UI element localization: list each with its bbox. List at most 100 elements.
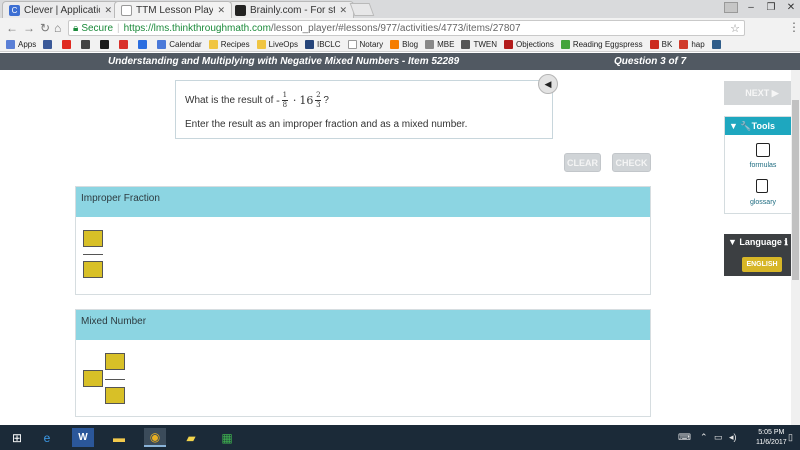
bookmark-star-icon[interactable]: ☆: [730, 22, 740, 35]
separator: |: [117, 22, 120, 34]
speaker-icon[interactable]: ◀: [538, 74, 558, 94]
bookmark-label: Notary: [359, 40, 384, 49]
improper-fraction-panel: Improper Fraction: [75, 186, 651, 295]
internet-explorer-icon[interactable]: e: [36, 428, 58, 447]
scrollbar[interactable]: [791, 70, 800, 425]
formulas-label[interactable]: formulas: [725, 162, 800, 169]
bookmark-item[interactable]: Objections: [504, 40, 554, 49]
tab-title: TTM Lesson Player: [136, 4, 214, 16]
whole-number-input[interactable]: [83, 370, 103, 387]
maximize-icon[interactable]: ❐: [760, 0, 782, 17]
bookmark-icon: [649, 40, 659, 49]
next-button[interactable]: NEXT ▶: [724, 81, 800, 105]
close-icon[interactable]: ✕: [217, 5, 225, 16]
close-icon[interactable]: ✕: [339, 5, 347, 16]
question-box: What is the result of - 1 8 · 16 2 3 ? E…: [175, 80, 553, 139]
bookmark-item[interactable]: Notary: [347, 40, 384, 49]
word-icon[interactable]: W: [72, 428, 94, 447]
bookmark-item[interactable]: [43, 40, 55, 49]
bookmark-icon: [304, 40, 314, 49]
numerator-input[interactable]: [83, 230, 103, 247]
numerator-input[interactable]: [105, 353, 125, 370]
language-header[interactable]: ▼ Language ℹ: [728, 237, 788, 248]
bookmark-label: Recipes: [220, 40, 250, 49]
bookmark-item[interactable]: Apps: [6, 40, 36, 49]
network-icon[interactable]: ▭: [714, 432, 723, 443]
tab-title: Brainly.com - For studen: [250, 4, 335, 16]
scroll-thumb[interactable]: [792, 100, 799, 280]
bookmark-item[interactable]: Blog: [390, 40, 418, 49]
home-icon[interactable]: ⌂: [54, 21, 61, 35]
file-explorer-icon[interactable]: ▬: [108, 428, 130, 447]
tab-ttm[interactable]: TTM Lesson Player ✕: [114, 1, 232, 18]
fraction-bar: [105, 379, 125, 380]
tab-clever[interactable]: C Clever | Applications ✕: [2, 1, 119, 18]
lock-icon: 🔒︎: [73, 22, 79, 34]
bookmark-item[interactable]: [138, 40, 150, 49]
numerator: 1: [282, 91, 288, 99]
formulas-icon[interactable]: [756, 143, 770, 157]
bookmark-item[interactable]: [100, 40, 112, 49]
sticky-notes-icon[interactable]: ▰: [180, 428, 202, 447]
bookmark-icon: [256, 40, 266, 49]
fraction-bar: [83, 254, 103, 255]
address-bar[interactable]: 🔒︎ Secure | https://lms.thinkthroughmath…: [68, 20, 745, 36]
question-mark: ?: [323, 95, 329, 106]
bookmark-item[interactable]: LiveOps: [256, 40, 298, 49]
bookmark-item[interactable]: BK: [649, 40, 672, 49]
bookmark-item[interactable]: MBE: [425, 40, 454, 49]
bookmark-item[interactable]: Recipes: [208, 40, 250, 49]
window-close-icon[interactable]: ✕: [780, 0, 800, 17]
bookmark-item[interactable]: TWEN: [461, 40, 497, 49]
bookmark-item[interactable]: [62, 40, 74, 49]
windows-start-icon[interactable]: ⊞: [6, 428, 28, 447]
bookmark-item[interactable]: IBCLC: [304, 40, 341, 49]
bookmark-label: Objections: [516, 40, 554, 49]
calculator-icon[interactable]: ▦: [216, 428, 238, 447]
glossary-icon[interactable]: [756, 179, 768, 193]
bookmark-item[interactable]: [119, 40, 131, 49]
reload-icon[interactable]: ↻: [40, 21, 50, 35]
question-instruction: Enter the result as an improper fraction…: [185, 119, 468, 130]
question-prompt: What is the result of - 1 8 · 16 2 3 ?: [185, 92, 329, 109]
bookmark-item[interactable]: [81, 40, 93, 49]
tab-brainly[interactable]: Brainly.com - For studen ✕: [228, 1, 354, 18]
close-icon[interactable]: ✕: [104, 5, 112, 16]
glossary-label[interactable]: glossary: [725, 199, 800, 206]
profile-icon[interactable]: [724, 2, 738, 13]
chrome-icon[interactable]: ◉: [144, 428, 166, 447]
clock[interactable]: 5:05 PM 11/6/2017: [756, 428, 787, 448]
panel-title: Mixed Number: [76, 310, 650, 340]
bookmark-icon: [157, 40, 167, 49]
bookmark-icon: [560, 40, 570, 49]
bookmark-icon: [461, 40, 471, 49]
forward-icon[interactable]: →: [23, 21, 35, 35]
denominator: 3: [316, 101, 321, 109]
bookmark-icon: [347, 40, 357, 49]
denominator: 8: [282, 101, 288, 109]
bookmark-item[interactable]: Reading Eggspress: [560, 40, 643, 49]
bookmark-icon: [43, 40, 53, 49]
minimize-icon[interactable]: –: [740, 0, 762, 17]
keyboard-icon[interactable]: ⌨: [678, 432, 691, 443]
english-button[interactable]: ENGLISH: [742, 257, 782, 272]
menu-icon[interactable]: ⋮: [788, 20, 800, 34]
denominator-input[interactable]: [105, 387, 125, 404]
time: 5:05 PM: [758, 429, 785, 436]
clear-button[interactable]: CLEAR: [564, 153, 601, 172]
notifications-icon[interactable]: ▯: [788, 432, 793, 443]
denominator-input[interactable]: [83, 261, 103, 278]
check-button[interactable]: CHECK: [612, 153, 651, 172]
tab-strip: C Clever | Applications ✕ TTM Lesson Pla…: [0, 0, 800, 18]
new-tab-button[interactable]: [349, 3, 375, 16]
volume-icon[interactable]: ◂): [729, 432, 737, 443]
tools-header[interactable]: ▼ 🔧Tools: [725, 117, 800, 135]
bookmark-label: IBCLC: [316, 40, 341, 49]
bookmark-icon: [504, 40, 514, 49]
bookmark-icon: [390, 40, 400, 49]
bookmark-item[interactable]: Calendar: [157, 40, 202, 49]
bookmark-item[interactable]: [711, 40, 724, 49]
back-icon[interactable]: ←: [6, 21, 18, 35]
chevron-up-icon[interactable]: ⌃: [700, 432, 708, 443]
bookmark-item[interactable]: hap: [679, 40, 705, 49]
